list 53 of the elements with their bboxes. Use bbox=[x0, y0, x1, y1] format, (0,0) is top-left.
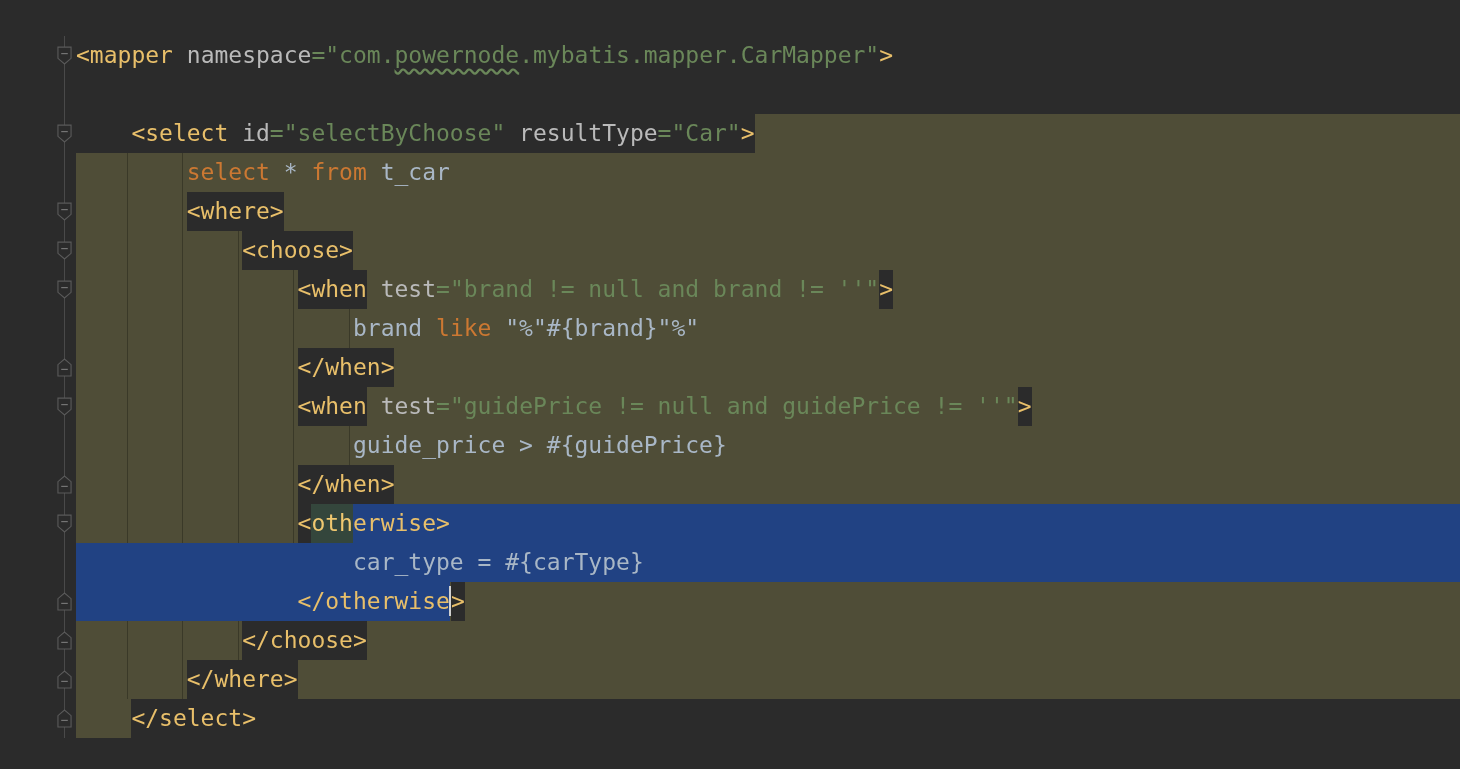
fold-end-icon[interactable] bbox=[57, 670, 72, 689]
fold-collapse-icon[interactable] bbox=[57, 241, 72, 260]
xml-tag: < bbox=[297, 504, 312, 543]
xml-tag: </choose> bbox=[242, 621, 367, 660]
code-text: * bbox=[282, 158, 299, 187]
xml-tag: > bbox=[740, 114, 755, 153]
xml-tag: </when> bbox=[297, 348, 395, 387]
xml-tag: > bbox=[879, 36, 894, 75]
sql-keyword: from bbox=[311, 158, 367, 187]
fold-collapse-icon[interactable] bbox=[57, 202, 72, 221]
xml-tag: </otherwise bbox=[297, 582, 450, 621]
attribute-value: ="brand != null and brand != ''" bbox=[436, 275, 880, 304]
fold-end-icon[interactable] bbox=[57, 709, 72, 728]
attribute-value: ="guidePrice != null and guidePrice != ''" bbox=[436, 392, 1018, 421]
fold-end-icon[interactable] bbox=[57, 358, 72, 377]
fold-collapse-icon[interactable] bbox=[57, 514, 72, 533]
xml-tag: <when bbox=[297, 270, 367, 309]
attribute-value: ="selectByChoose" bbox=[269, 119, 506, 148]
xml-tag: > bbox=[879, 270, 893, 309]
attribute-value: ="Car" bbox=[657, 119, 741, 148]
xml-tag: </select> bbox=[131, 699, 256, 738]
code-text: car_type = #{carType} bbox=[352, 543, 644, 582]
attribute-name: id bbox=[241, 119, 270, 148]
attribute-name: resultType bbox=[518, 119, 658, 148]
xml-tag: > bbox=[1017, 387, 1032, 426]
code-text: "%"#{brand}"%" bbox=[504, 314, 700, 343]
xml-tag: <mapper bbox=[76, 36, 173, 75]
sql-keyword: select bbox=[186, 158, 270, 187]
fold-collapse-icon[interactable] bbox=[57, 280, 72, 299]
attribute-name: test bbox=[379, 275, 437, 304]
code-text: t_car bbox=[379, 158, 450, 188]
xml-tag: oth bbox=[311, 504, 353, 543]
attribute-name: namespace bbox=[185, 41, 312, 70]
fold-collapse-icon[interactable] bbox=[57, 397, 72, 416]
attribute-name: test bbox=[379, 392, 437, 421]
fold-end-icon[interactable] bbox=[57, 631, 72, 650]
xml-tag: <choose> bbox=[242, 231, 353, 270]
xml-tag: <when bbox=[297, 387, 367, 426]
xml-tag: </when> bbox=[297, 465, 395, 504]
xml-tag: <select bbox=[131, 114, 229, 153]
code-text: guide_price > #{guidePrice} bbox=[352, 431, 727, 461]
attribute-value: ="com. bbox=[311, 41, 395, 70]
fold-collapse-icon[interactable] bbox=[57, 124, 72, 143]
xml-tag: <where> bbox=[186, 192, 284, 231]
attribute-value: .mybatis.mapper.CarMapper" bbox=[519, 41, 880, 70]
code-text: brand bbox=[352, 314, 424, 343]
xml-tag: </where> bbox=[186, 660, 298, 699]
attribute-value: powernode bbox=[394, 41, 520, 70]
xml-tag: erwise> bbox=[352, 504, 450, 543]
fold-end-icon[interactable] bbox=[57, 592, 72, 611]
fold-end-icon[interactable] bbox=[57, 475, 72, 494]
sql-keyword: like bbox=[436, 314, 492, 343]
fold-collapse-icon[interactable] bbox=[57, 46, 72, 65]
